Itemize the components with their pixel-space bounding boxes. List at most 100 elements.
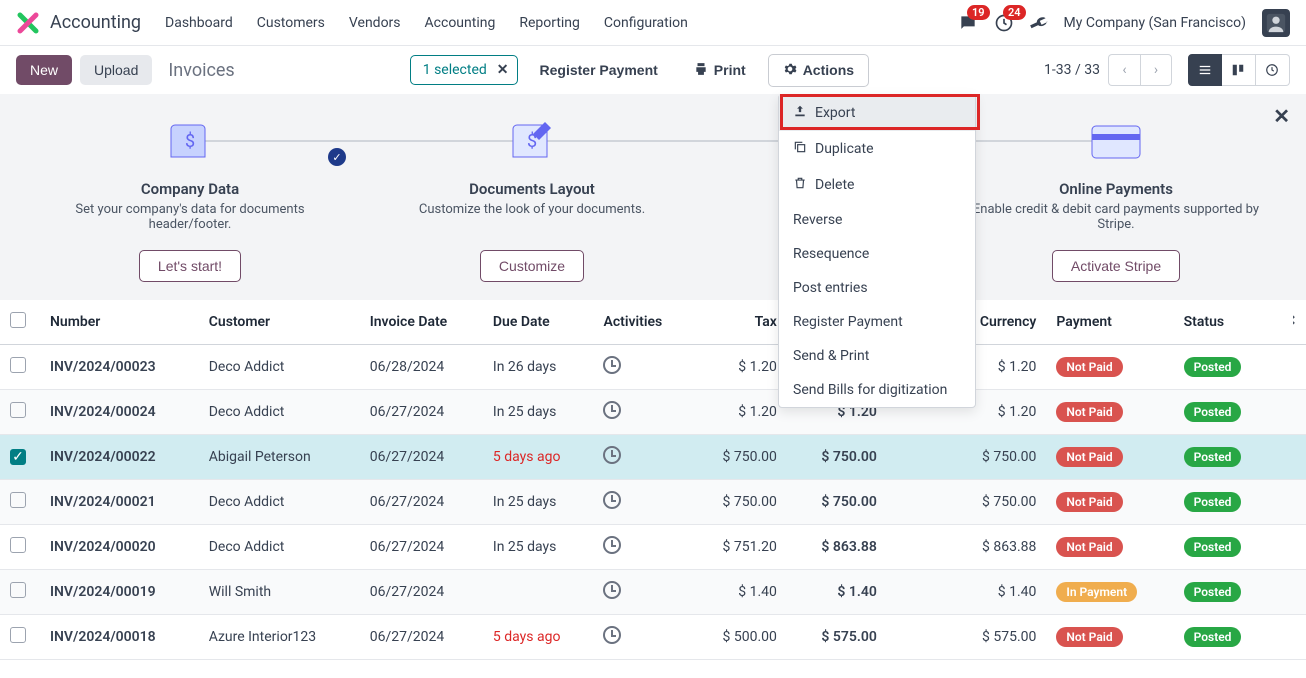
nav-accounting[interactable]: Accounting [425,15,496,31]
col-invoice-date[interactable]: Invoice Date [360,300,483,345]
pager-prev[interactable]: ‹ [1108,54,1140,86]
cell-customer: Azure Interior123 [199,615,360,660]
brand-title[interactable]: Accounting [50,12,141,33]
ob-title-company: Company Data [40,180,340,198]
close-icon[interactable]: ✕ [1273,104,1290,128]
cell-due-date: In 25 days [483,390,594,435]
columns-settings-icon[interactable] [1282,315,1296,331]
view-list[interactable] [1188,54,1222,86]
cell-activity[interactable] [593,480,692,525]
ob-title-layout: Documents Layout [382,180,682,198]
dropdown-send-bills[interactable]: Send Bills for digitization [779,373,975,407]
col-customer[interactable]: Customer [199,300,360,345]
col-number[interactable]: Number [40,300,199,345]
cell-activity[interactable] [593,615,692,660]
cell-total-currency: $ 750.00 [887,480,1047,525]
col-tax[interactable]: Tax [693,300,787,345]
dropdown-duplicate[interactable]: Duplicate [779,131,975,167]
messages-icon[interactable]: 19 [958,13,978,33]
tools-icon[interactable] [1027,11,1050,34]
clock-icon [603,446,621,464]
table-row[interactable]: INV/2024/00024Deco Addict06/27/2024In 25… [0,390,1306,435]
messages-badge: 19 [967,5,990,20]
cell-activity[interactable] [593,390,692,435]
dropdown-send-print[interactable]: Send & Print [779,339,975,373]
app-logo[interactable] [16,11,40,35]
register-payment-button[interactable]: Register Payment [526,55,672,85]
upload-icon [793,104,807,122]
nav-configuration[interactable]: Configuration [604,15,688,31]
table-row[interactable]: INV/2024/00020Deco Addict06/27/2024In 25… [0,525,1306,570]
col-payment[interactable]: Payment [1046,300,1173,345]
cell-payment: Not Paid [1046,390,1173,435]
actions-button[interactable]: Actions [768,54,869,87]
nav-reporting[interactable]: Reporting [519,15,580,31]
row-checkbox[interactable]: ✓ [10,449,26,465]
dropdown-reverse[interactable]: Reverse [779,203,975,237]
col-status[interactable]: Status [1174,300,1272,345]
cell-tax: $ 1.20 [693,345,787,390]
col-activities[interactable]: Activities [593,300,692,345]
select-all-checkbox[interactable] [10,312,26,328]
dropdown-export[interactable]: Export [779,95,975,131]
clear-selection-icon[interactable]: ✕ [497,62,509,78]
dropdown-post-entries[interactable]: Post entries [779,271,975,305]
pager-text[interactable]: 1-33 / 33 [1044,62,1100,78]
cell-total-currency: $ 575.00 [887,615,1047,660]
company-selector[interactable]: My Company (San Francisco) [1064,15,1246,31]
cell-payment: In Payment [1046,570,1173,615]
check-icon: ✓ [328,148,346,166]
cell-payment: Not Paid [1046,480,1173,525]
row-checkbox[interactable] [10,627,26,643]
cell-tax: $ 750.00 [693,480,787,525]
row-checkbox[interactable] [10,582,26,598]
table-row[interactable]: INV/2024/00021Deco Addict06/27/2024In 25… [0,480,1306,525]
print-icon [694,62,708,79]
gear-icon [783,62,797,79]
avatar[interactable] [1262,9,1290,37]
table-row[interactable]: INV/2024/00018Azure Interior12306/27/202… [0,615,1306,660]
cell-due-date: 5 days ago [483,435,594,480]
ob-btn-company[interactable]: Let's start! [139,250,241,282]
cell-customer: Deco Addict [199,480,360,525]
upload-button[interactable]: Upload [80,55,152,85]
dropdown-register-payment[interactable]: Register Payment [779,305,975,339]
pager-next[interactable]: › [1140,54,1172,86]
cell-activity[interactable] [593,570,692,615]
table-row[interactable]: INV/2024/00019Will Smith06/27/2024$ 1.40… [0,570,1306,615]
cell-status: Posted [1174,615,1272,660]
nav-customers[interactable]: Customers [257,15,325,31]
ob-btn-payments[interactable]: Activate Stripe [1052,250,1180,282]
cell-invoice-date: 06/27/2024 [360,390,483,435]
col-due-date[interactable]: Due Date [483,300,594,345]
cell-activity[interactable] [593,525,692,570]
ob-desc-payments: Enable credit & debit card payments supp… [966,202,1266,236]
view-kanban[interactable] [1222,54,1256,86]
table-row[interactable]: ✓INV/2024/00022Abigail Peterson06/27/202… [0,435,1306,480]
row-checkbox[interactable] [10,492,26,508]
view-activity[interactable] [1256,54,1290,86]
new-button[interactable]: New [16,55,72,85]
dropdown-resequence[interactable]: Resequence [779,237,975,271]
ob-btn-layout[interactable]: Customize [480,250,584,282]
nav-dashboard[interactable]: Dashboard [165,15,233,31]
row-checkbox[interactable] [10,402,26,418]
cell-invoice-date: 06/27/2024 [360,615,483,660]
nav-vendors[interactable]: Vendors [349,15,401,31]
activities-icon[interactable]: 24 [994,13,1014,33]
cell-total: $ 750.00 [787,435,887,480]
dropdown-delete[interactable]: Delete [779,167,975,203]
row-checkbox[interactable] [10,537,26,553]
online-payments-icon [1086,120,1146,164]
cell-total-currency: $ 1.40 [887,570,1047,615]
cell-activity[interactable] [593,435,692,480]
documents-layout-icon: $ [507,117,557,167]
cell-activity[interactable] [593,345,692,390]
table-row[interactable]: INV/2024/00023Deco Addict06/28/2024In 26… [0,345,1306,390]
dropdown-duplicate-label: Duplicate [815,141,874,157]
row-checkbox[interactable] [10,357,26,373]
clock-icon [603,581,621,599]
cell-due-date: 5 days ago [483,615,594,660]
clock-icon [603,356,621,374]
print-button[interactable]: Print [680,55,760,86]
